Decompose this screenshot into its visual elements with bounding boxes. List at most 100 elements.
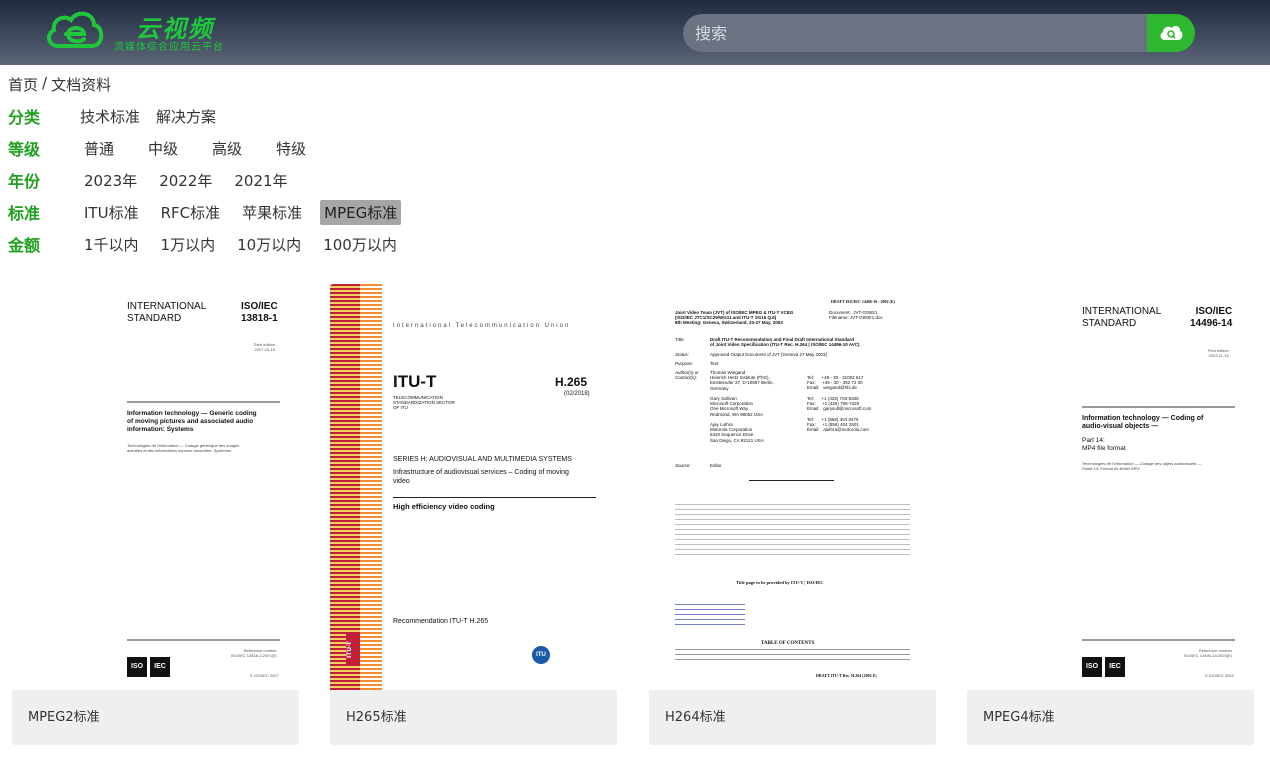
divider xyxy=(749,480,834,481)
filter-option-2023[interactable]: 2023年 xyxy=(80,168,141,193)
doc-brand: ITU-T xyxy=(393,372,437,391)
search-input[interactable] xyxy=(683,14,1148,52)
divider xyxy=(127,401,280,403)
doc-title-label: Title: xyxy=(675,337,685,342)
jvt-document: DRAFT ISO/IEC 14496-10 : 2002 (E) Joint … xyxy=(649,284,936,690)
doc-card-h264[interactable]: DRAFT ISO/IEC 14496-10 : 2002 (E) Joint … xyxy=(649,284,936,745)
doc-card-h265[interactable]: ITU-T International Telecommunication Un… xyxy=(330,284,617,745)
search-button[interactable] xyxy=(1147,14,1195,52)
filter-option-apple[interactable]: 苹果标准 xyxy=(238,200,306,225)
card-caption[interactable]: H265标准 xyxy=(330,690,617,745)
doc-copyright: © ISO/IEC 2007 xyxy=(250,673,279,678)
card-caption[interactable]: MPEG2标准 xyxy=(12,690,299,745)
doc-authors: Thomas Wiegand Heinrich Hertz Institute … xyxy=(710,370,774,443)
doc-code: ISO/IEC 14496-14 xyxy=(1190,306,1233,329)
notes-text-block xyxy=(675,504,910,556)
filter-option-intermediate[interactable]: 中级 xyxy=(144,136,182,161)
divider xyxy=(1082,406,1235,408)
doc-refnum: Reference number ISO/IEC 14496-14:2003(E… xyxy=(1184,648,1233,658)
filter-row-amount: 金额 1千以内 1万以内 10万以内 100万以内 xyxy=(8,232,409,256)
doc-status: Approved Output Document of JVT [Geneva … xyxy=(710,352,827,357)
doc-edition: Third edition 2007-10-15 xyxy=(253,342,276,352)
filter-row-category: 分类 技术标准 解决方案 xyxy=(8,104,228,128)
card-caption[interactable]: MPEG4标准 xyxy=(967,690,1254,745)
doc-title: Information technology — Coding of audio… xyxy=(1082,415,1204,430)
doc-refnum: Reference number ISO/IEC 13818-1:2007(E) xyxy=(231,648,277,658)
doc-thumbnail: DRAFT ISO/IEC 14496-10 : 2002 (E) Joint … xyxy=(649,284,936,690)
doc-card-mpeg2[interactable]: INTERNATIONAL STANDARD ISO/IEC 13818-1 T… xyxy=(12,284,299,745)
filter-option-advanced[interactable]: 高级 xyxy=(208,136,246,161)
cloud-e-logo-icon xyxy=(47,11,104,48)
filter-label-standard: 标准 xyxy=(8,204,41,223)
divider xyxy=(127,639,280,641)
filter-option-normal[interactable]: 普通 xyxy=(80,136,118,161)
doc-recommendation: Recommendation ITU-T H.265 xyxy=(393,618,489,625)
doc-info: Document: JVT-G050r1 Filename: JVT-G050r… xyxy=(829,310,883,321)
filter-option-1m[interactable]: 100万以内 xyxy=(319,232,401,257)
doc-subtitle: Technologies de l'information — Codage d… xyxy=(1082,461,1202,471)
doc-source: Editor xyxy=(710,463,722,468)
doc-thumbnail: INTERNATIONAL STANDARD ISO/IEC 13818-1 T… xyxy=(12,284,299,690)
filter-row-year: 年份 2023年 2022年 2021年 xyxy=(8,168,300,192)
doc-title: Information technology — Generic coding … xyxy=(127,410,257,433)
filter-row-standard: 标准 ITU标准 RFC标准 苹果标准 MPEG标准 xyxy=(8,199,409,225)
doc-title: Draft ITU-T Recommendation and Final Dra… xyxy=(710,337,860,348)
filter-label-amount: 金额 xyxy=(8,236,41,255)
filter-option-tech-standard[interactable]: 技术标准 xyxy=(76,104,144,129)
doc-date: (02/2018) xyxy=(564,391,590,397)
filter-option-mpeg[interactable]: MPEG标准 xyxy=(320,199,402,225)
draft-std-lines xyxy=(675,604,745,626)
itu-side-label: ITU-T xyxy=(346,634,360,666)
search-bar xyxy=(683,14,1195,52)
logo-subtitle: 流媒体综合应用云平台 xyxy=(114,42,224,53)
itu-side-stripes xyxy=(360,284,382,690)
divider xyxy=(1082,639,1235,641)
filter-option-rfc[interactable]: RFC标准 xyxy=(157,200,225,225)
doc-edition: First edition 2003-11-15 xyxy=(1208,348,1229,358)
filter-label-category: 分类 xyxy=(8,108,41,127)
filter-option-2021[interactable]: 2021年 xyxy=(230,168,291,193)
doc-copyright: © ISO/IEC 2003 xyxy=(1205,673,1234,678)
breadcrumb-home[interactable]: 首页 xyxy=(8,74,38,95)
doc-subtitle: Technologies de l'information — Codage g… xyxy=(127,443,240,453)
doc-thumbnail: ITU-T International Telecommunication Un… xyxy=(330,284,617,690)
breadcrumb: 首页 / 文档资料 xyxy=(8,74,111,95)
doc-toc: TABLE OF CONTENTS xyxy=(761,641,815,646)
doc-sector: TELECOMMUNICATION STANDARDIZATION SECTOR… xyxy=(393,395,455,410)
doc-title-page-note: Title page to be provided by ITU-T | ISO… xyxy=(736,580,824,585)
site-logo[interactable]: 云视频 流媒体综合应用云平台 xyxy=(44,6,244,56)
doc-thumbnail: INTERNATIONAL STANDARD ISO/IEC 14496-14 … xyxy=(967,284,1254,690)
iso-logo-icon: ISO xyxy=(1082,657,1102,677)
divider xyxy=(393,497,596,498)
filter-option-solution[interactable]: 解决方案 xyxy=(152,104,220,129)
doc-code: ISO/IEC 13818-1 xyxy=(241,301,278,324)
doc-infra: Infrastructure of audiovisual services –… xyxy=(393,469,569,485)
doc-draft-header: DRAFT ISO/IEC 14496-10 : 2002 (E) xyxy=(831,299,895,304)
iso-cover: INTERNATIONAL STANDARD ISO/IEC 14496-14 … xyxy=(1063,284,1253,690)
filter-option-100k[interactable]: 10万以内 xyxy=(233,232,305,257)
iso-logo-icon: ISO xyxy=(127,657,147,677)
filter-option-10k[interactable]: 1万以内 xyxy=(157,232,220,257)
doc-org: INTERNATIONAL STANDARD xyxy=(127,301,207,324)
filter-label-level: 等级 xyxy=(8,140,41,159)
filter-row-level: 等级 普通 中级 高级 特级 xyxy=(8,136,318,160)
top-header: 云视频 流媒体综合应用云平台 xyxy=(0,0,1270,65)
filter-option-premium[interactable]: 特级 xyxy=(272,136,310,161)
cloud-search-icon xyxy=(1160,25,1183,40)
filter-label-year: 年份 xyxy=(8,172,41,191)
toc-lines xyxy=(675,649,910,661)
doc-team: Joint Video Team (JVT) of ISO/IEC MPEG &… xyxy=(675,310,794,326)
breadcrumb-separator: / xyxy=(42,74,48,92)
doc-org: INTERNATIONAL STANDARD xyxy=(1082,306,1162,329)
doc-contacts: Tel: +49 - 30 - 31002 617 Fax: +49 - 30 … xyxy=(807,375,872,433)
doc-card-mpeg4[interactable]: INTERNATIONAL STANDARD ISO/IEC 14496-14 … xyxy=(967,284,1254,745)
filter-option-itu[interactable]: ITU标准 xyxy=(80,200,143,225)
filter-option-1k[interactable]: 1千以内 xyxy=(80,232,143,257)
iec-logo-icon: IEC xyxy=(150,657,170,677)
filter-option-2022[interactable]: 2022年 xyxy=(155,168,216,193)
doc-code: H.265 xyxy=(555,375,588,389)
itu-cover: International Telecommunication Union IT… xyxy=(382,284,617,690)
doc-footer: DRAFT ITU-T Rec. H.264 (2002 E) xyxy=(816,673,877,678)
card-caption[interactable]: H264标准 xyxy=(649,690,936,745)
doc-purpose: Text xyxy=(710,361,719,366)
